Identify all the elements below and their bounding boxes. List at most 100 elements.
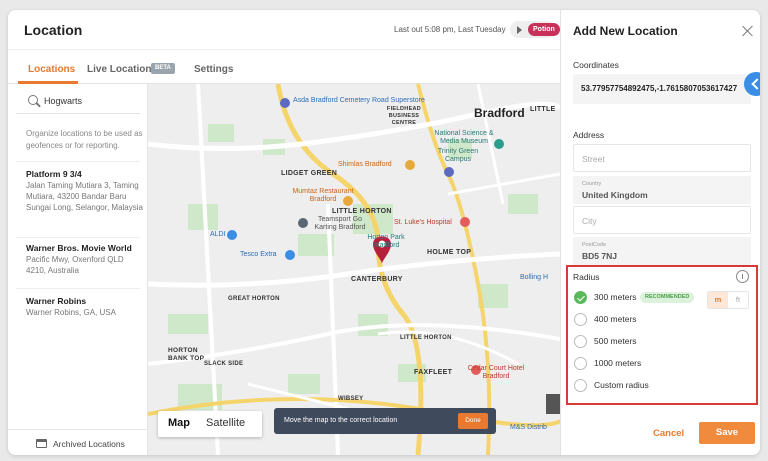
postcode-label: PostCode <box>582 242 607 248</box>
user-badge: Potion <box>528 23 560 36</box>
play-icon <box>517 26 522 34</box>
map-label: Trinity Green Campus <box>437 148 479 163</box>
map-label: LITTLE HORTON <box>400 335 452 341</box>
radius-option-400[interactable]: 400 meters <box>574 313 754 329</box>
street-placeholder: Street <box>582 154 605 164</box>
map-canvas[interactable]: Asda Bradford Cemetery Road Superstore F… <box>148 84 560 455</box>
radius-option-label: 500 meters <box>594 336 637 346</box>
poi-icon <box>494 139 504 149</box>
map-label: Teamsport Go Karting Bradford <box>314 216 366 231</box>
sidebar-hint: Organize locations to be used as geofenc… <box>26 129 143 150</box>
search-icon <box>28 95 38 105</box>
map-label: LITTLE <box>530 106 556 113</box>
user-pill[interactable]: Potion <box>510 21 560 38</box>
divider <box>16 161 140 162</box>
map-label: St. Luke's Hospital <box>394 219 452 226</box>
country-field[interactable]: Country United Kingdom <box>573 176 751 204</box>
poi-icon <box>298 218 308 228</box>
radio-icon[interactable] <box>574 313 587 326</box>
country-label: Country <box>582 181 602 187</box>
poi-icon <box>280 98 290 108</box>
list-item[interactable]: Warner Bros. Movie World Pacific Mwy, Ox… <box>26 242 144 276</box>
coordinates-label: Coordinates <box>573 60 619 70</box>
tab-live-locations[interactable]: Live Locations <box>87 64 157 75</box>
radius-option-500[interactable]: 500 meters <box>574 335 754 351</box>
map-label: WIBSEY <box>338 396 364 402</box>
tab-locations[interactable]: Locations <box>28 64 75 75</box>
unit-meters-button[interactable]: m <box>708 292 728 308</box>
divider <box>16 288 140 289</box>
cancel-button[interactable]: Cancel <box>653 428 684 439</box>
radio-icon[interactable] <box>574 357 587 370</box>
radio-icon[interactable] <box>574 379 587 392</box>
poi-icon <box>460 217 470 227</box>
location-name: Warner Bros. Movie World <box>26 243 132 253</box>
map-label: FIELDHEAD BUSINESS CENTRE <box>386 106 422 126</box>
toast-message: Move the map to the correct location <box>284 417 398 424</box>
poi-icon <box>405 160 415 170</box>
location-address: Pacific Mwy, Oxenford QLD 4210, Australi… <box>26 255 124 275</box>
postcode-field[interactable]: PostCode BD5 7NJ <box>573 237 751 265</box>
recommended-badge: RECOMMENDED <box>640 292 695 303</box>
radius-section: Radius 300 meters RECOMMENDED m ft 400 m… <box>566 265 758 405</box>
coordinates-field[interactable]: 53.77957754892475,-1.7615807053617427 <box>573 74 751 104</box>
radius-option-label: Custom radius <box>594 380 649 390</box>
street-field[interactable]: Street <box>573 144 751 172</box>
country-value: United Kingdom <box>582 190 648 200</box>
coordinates-value: 53.77957754892475,-1.7615807053617427 <box>581 84 738 93</box>
poi-icon <box>227 230 237 240</box>
map-label: LITTLE HORTON <box>332 208 392 215</box>
city-placeholder: City <box>582 216 597 226</box>
close-icon[interactable] <box>741 24 755 38</box>
postcode-value: BD5 7NJ <box>582 251 617 261</box>
map-label: M&S Distrib <box>510 424 547 431</box>
unit-feet-button[interactable]: ft <box>728 292 748 308</box>
radio-icon[interactable] <box>574 335 587 348</box>
map-label: HOLME TOP <box>427 249 472 256</box>
locations-sidebar: Organize locations to be used as geofenc… <box>8 84 148 455</box>
beta-badge: BETA <box>151 63 175 74</box>
divider <box>16 237 140 238</box>
city-field[interactable]: City <box>573 206 751 234</box>
location-address: Jalan Taming Mutiara 3, Taming Mutiara, … <box>26 181 143 212</box>
map-label: Bradford <box>474 106 525 120</box>
satellite-view-button[interactable]: Satellite <box>206 417 245 429</box>
page-title: Location <box>24 22 83 38</box>
save-button[interactable]: Save <box>699 422 755 444</box>
map-label: LIDGET GREEN <box>281 170 338 177</box>
map-label: Asda Bradford Cemetery Road Superstore <box>293 97 425 104</box>
app-window: Location Last out 5:08 pm, Last Tuesday … <box>8 10 760 455</box>
add-location-panel: Add New Location Coordinates 53.77957754… <box>560 10 760 455</box>
archived-locations-button[interactable]: Archived Locations <box>8 429 148 455</box>
map-label: FAXFLEET <box>414 369 453 376</box>
search-input[interactable] <box>44 92 134 110</box>
map-label: Bolling H <box>520 274 549 281</box>
radius-option-label: 1000 meters <box>594 358 642 368</box>
map-label: CANTERBURY <box>351 276 403 283</box>
poi-icon <box>285 250 295 260</box>
last-out-status: Last out 5:08 pm, Last Tuesday <box>394 25 506 34</box>
map-type-toggle: Map Satellite <box>158 411 262 437</box>
info-icon[interactable] <box>736 270 749 283</box>
radius-option-label: 400 meters <box>594 314 637 324</box>
archive-icon <box>36 439 47 448</box>
search-box <box>16 90 140 114</box>
map-toast: Move the map to the correct location Don… <box>274 408 496 434</box>
list-item[interactable]: Warner Robins Warner Robins, GA, USA <box>26 295 144 318</box>
location-address: Warner Robins, GA, USA <box>26 308 116 317</box>
radius-option-1000[interactable]: 1000 meters <box>574 357 754 373</box>
map-label: Cedar Court Hotel Bradford <box>467 365 525 380</box>
radius-option-label: 300 meters <box>594 292 637 302</box>
unit-toggle: m ft <box>707 291 749 309</box>
radius-option-custom[interactable]: Custom radius <box>574 379 754 395</box>
tab-settings[interactable]: Settings <box>194 64 233 75</box>
list-item[interactable]: Platform 9 3/4 Jalan Taming Mutiara 3, T… <box>26 168 144 213</box>
archived-label: Archived Locations <box>53 439 125 449</box>
map-label: Shimlas Bradford <box>338 161 392 168</box>
map-view-button[interactable]: Map <box>168 417 190 429</box>
done-button[interactable]: Done <box>458 413 488 429</box>
location-name: Platform 9 3/4 <box>26 169 82 179</box>
radio-checked-icon[interactable] <box>574 291 587 304</box>
map-label: HORTON BANK TOP <box>168 347 205 362</box>
map-label: Tesco Extra <box>240 251 277 258</box>
